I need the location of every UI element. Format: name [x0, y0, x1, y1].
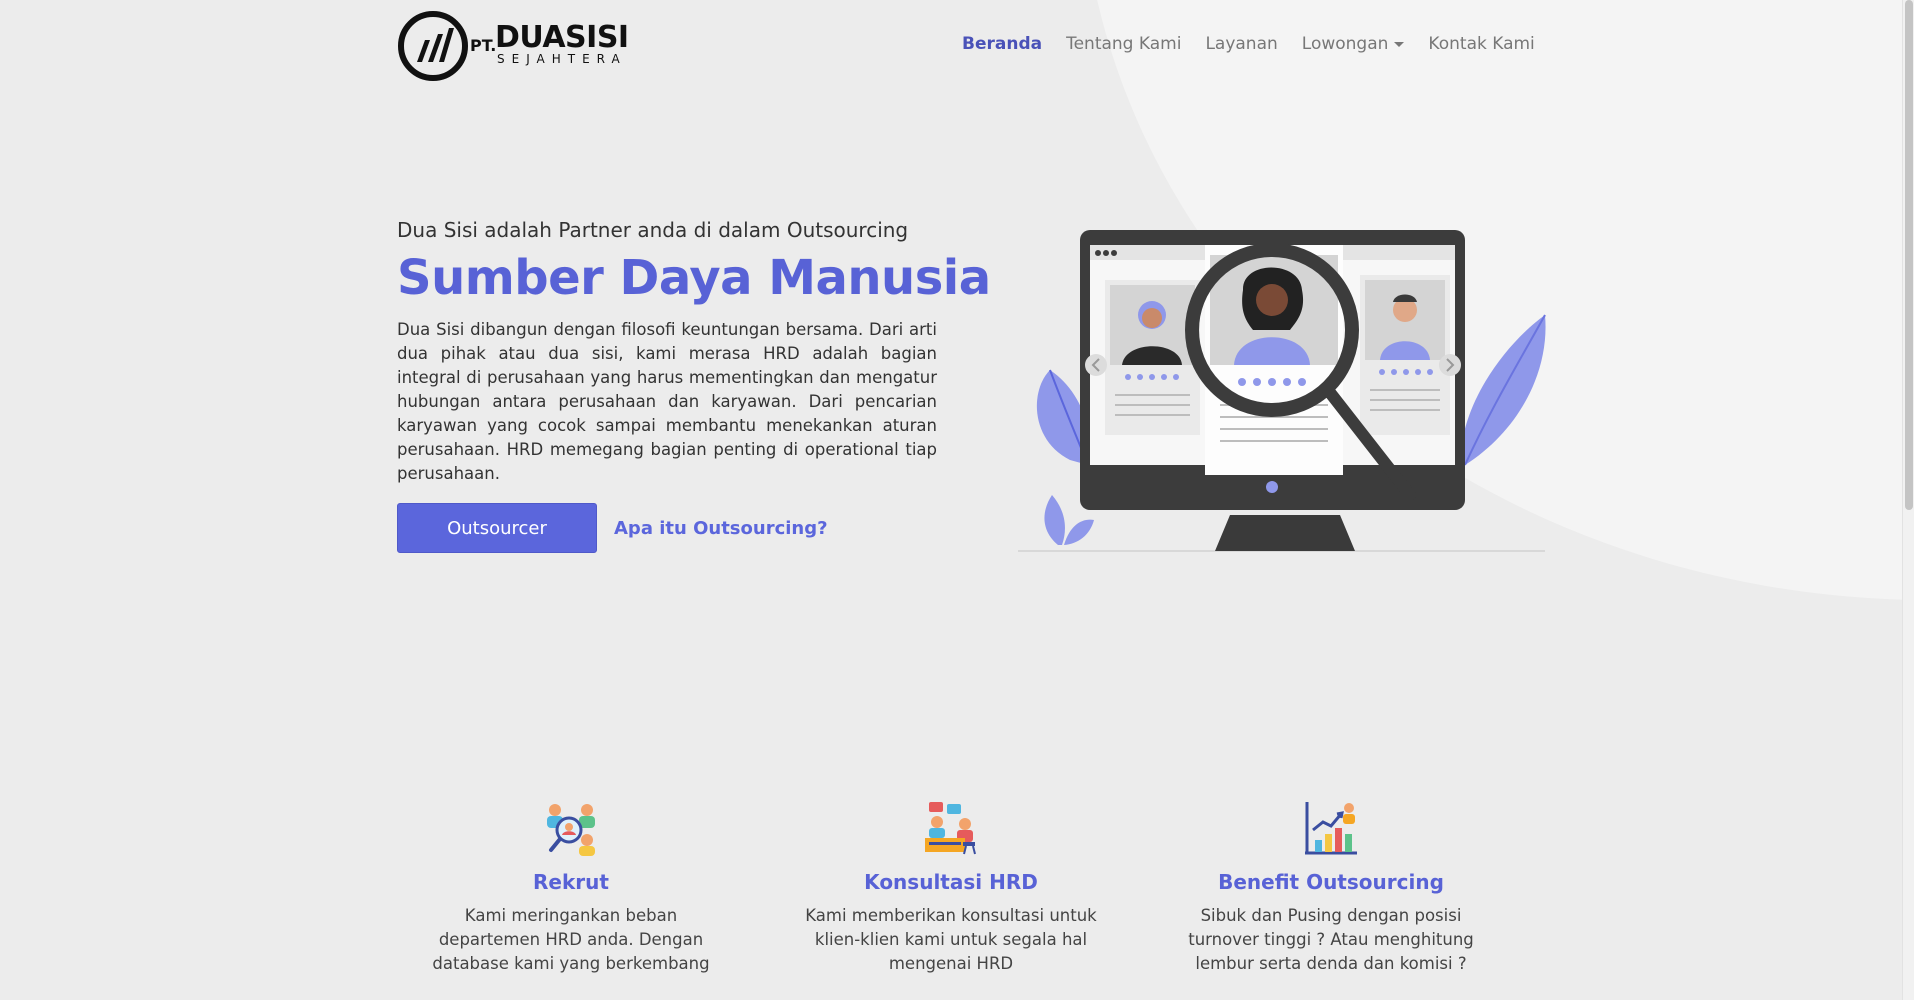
nav-item-beranda[interactable]: Beranda [950, 30, 1054, 58]
monitor-stand [1215, 515, 1355, 551]
hero-description: Dua Sisi dibangun dengan filosofi keuntu… [397, 320, 937, 483]
hero-illustration [1018, 230, 1546, 552]
feature-title-rekrut: Rekrut [533, 870, 609, 894]
brand-pt: PT. [470, 36, 497, 55]
carousel-next-icon [1439, 354, 1461, 376]
feature-title-konsultasi-hrd: Konsultasi HRD [864, 870, 1038, 894]
brand-sub: SEJAHTERA [497, 52, 627, 66]
small-leaf-icon [1044, 495, 1065, 545]
hero-section: Dua Sisi adalah Partner anda di dalam Ou… [397, 218, 991, 553]
outsourcer-button[interactable]: Outsourcer [397, 503, 597, 553]
brand-name: DUASISI [495, 20, 629, 55]
feature-desc-rekrut: Kami meringankan beban departemen HRD an… [432, 906, 710, 973]
hero-tagline: Dua Sisi adalah Partner anda di dalam Ou… [397, 218, 909, 242]
page-scrollbar[interactable] [1902, 0, 1914, 1000]
navbar: PT. DUASISI SEJAHTERA Beranda Tentang Ka… [0, 0, 1902, 90]
nav-item-layanan[interactable]: Layanan [1193, 30, 1289, 58]
main-nav: Beranda Tentang Kami Layanan Lowongan Ko… [950, 30, 1547, 58]
scrollbar-thumb[interactable] [1905, 0, 1913, 510]
nav-item-kontak-kami[interactable]: Kontak Kami [1416, 30, 1546, 58]
what-is-outsourcing-link[interactable]: Apa itu Outsourcing? [614, 518, 828, 539]
page: PT. DUASISI SEJAHTERA Beranda Tentang Ka… [0, 0, 1914, 1000]
feature-konsultasi-hrd: Konsultasi HRD Kami memberikan konsultas… [801, 800, 1101, 976]
feature-rekrut: Rekrut Kami meringankan beban departemen… [421, 800, 721, 976]
hero-title: Sumber Daya Manusia [397, 250, 991, 306]
feature-title-benefit-outsourcing: Benefit Outsourcing [1218, 870, 1444, 894]
recruit-icon [547, 804, 595, 856]
cta-row: Outsourcer Apa itu Outsourcing? [397, 503, 937, 553]
nav-item-tentang-kami[interactable]: Tentang Kami [1054, 30, 1193, 58]
nav-item-lowongan-label: Lowongan [1301, 34, 1389, 54]
feature-benefit-outsourcing: Benefit Outsourcing Sibuk dan Pusing den… [1181, 800, 1481, 976]
caret-down-icon [1394, 41, 1405, 47]
consultation-icon [925, 802, 976, 855]
feature-desc-konsultasi-hrd: Kami memberikan konsultasi untuk klien-k… [805, 906, 1097, 973]
nav-item-lowongan-dropdown[interactable]: Lowongan [1290, 30, 1417, 58]
benefit-chart-icon [1305, 802, 1357, 855]
carousel-prev-icon [1085, 354, 1107, 376]
feature-desc-benefit-outsourcing: Sibuk dan Pusing dengan posisi turnover … [1188, 906, 1474, 973]
